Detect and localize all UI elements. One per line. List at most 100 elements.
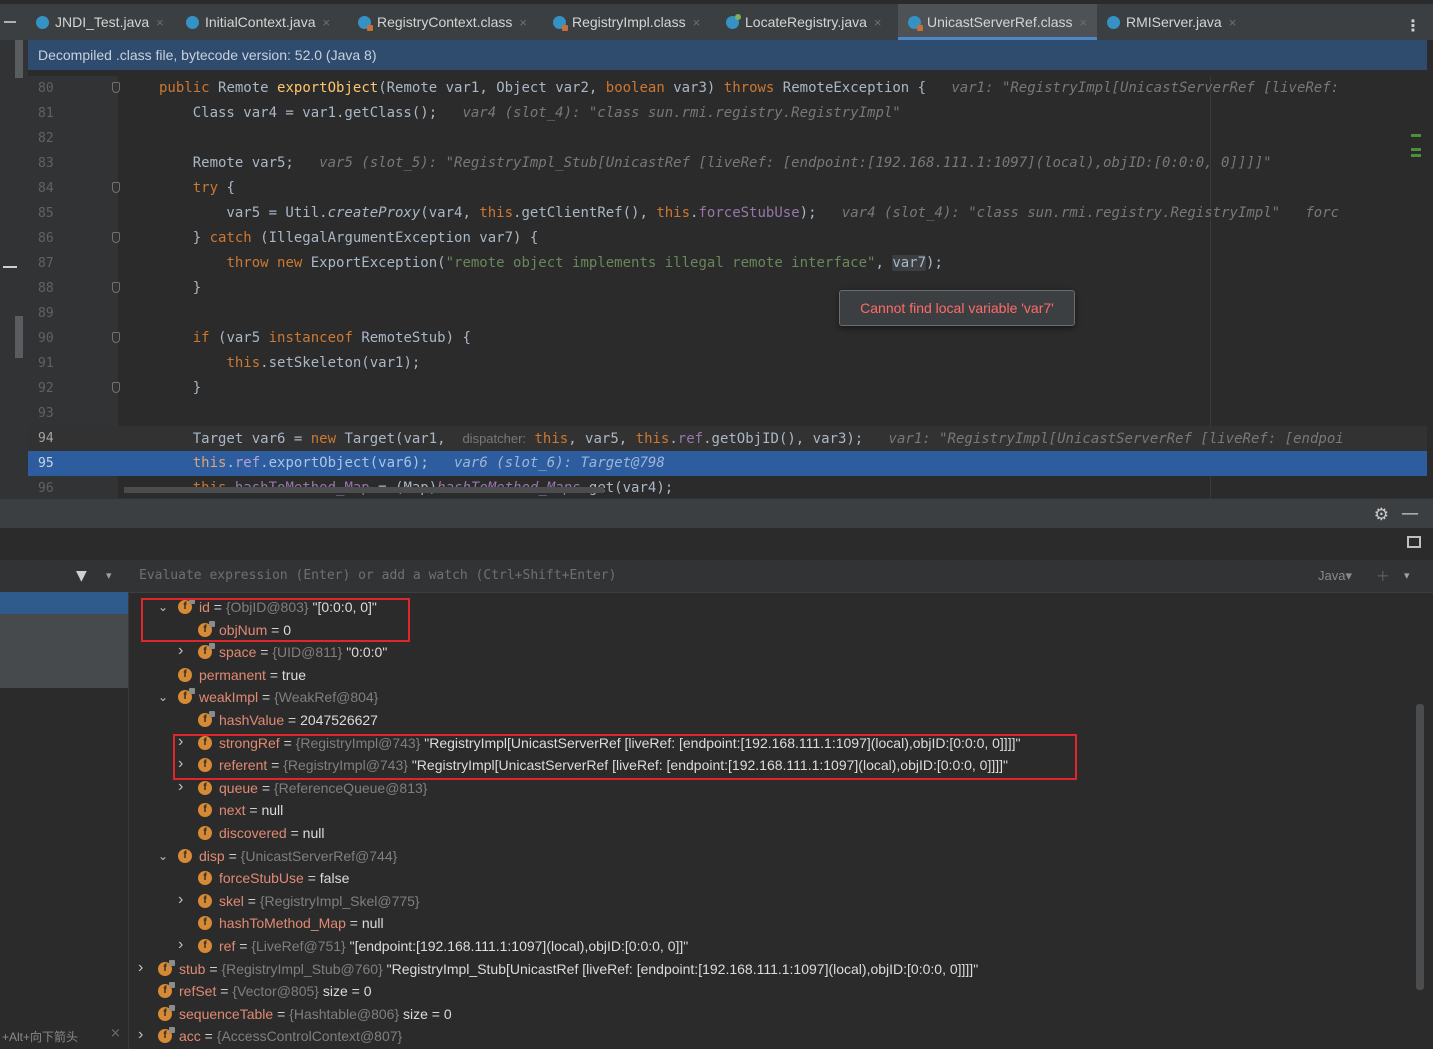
class-icon (186, 15, 199, 29)
variable-value: size = 0 (322, 983, 372, 1000)
chevron-down-icon[interactable]: ▾ (106, 569, 112, 582)
code-line: 88 } (28, 276, 1427, 301)
shortcut-hint: +Alt+向下箭头 (2, 1030, 79, 1044)
frame-list[interactable] (0, 614, 128, 688)
horizontal-scrollbar[interactable] (124, 487, 604, 493)
change-marker (1411, 148, 1421, 151)
inline-debug-hint: var4 (slot_4): "class sun.rmi.registry.R… (841, 205, 1340, 221)
chevron-right-icon[interactable]: › (178, 640, 190, 662)
add-watch-icon[interactable]: + (1376, 566, 1389, 585)
variable-name: hashToMethod_Map (219, 915, 346, 932)
line-number: 82 (38, 131, 54, 146)
java-icon (726, 13, 741, 29)
fold-marker-icon[interactable] (112, 182, 120, 193)
class-icon (36, 15, 49, 29)
variable-name: discovered (219, 825, 287, 841)
fold-marker-icon[interactable] (112, 382, 120, 393)
code-line: 93 (28, 401, 1427, 426)
line-number: 83 (38, 156, 54, 171)
vertical-scrollbar[interactable] (1416, 704, 1424, 990)
variable-value: null (302, 825, 325, 841)
inline-debug-hint: var1: "RegistryImpl[UnicastServerRef [li… (888, 431, 1344, 447)
variable-value: "0:0:0" (346, 644, 388, 661)
code-line: 85 var5 = Util.createProxy(var4, this.ge… (28, 201, 1427, 226)
line-number: 85 (38, 206, 54, 221)
variable-value: 2047526627 (300, 712, 378, 728)
filter-icon[interactable]: ▼ (76, 568, 87, 584)
scroll-thumb[interactable] (15, 316, 23, 358)
variable-name: skel (219, 892, 244, 909)
variable-ref: {UID@811} (272, 644, 343, 661)
tab-label: RMIServer.java (1126, 14, 1222, 30)
tab-label: UnicastServerRef.class (927, 14, 1073, 30)
code-editor[interactable]: 80 public Remote exportObject(Remote var… (28, 76, 1427, 498)
close-icon[interactable]: × (323, 15, 331, 30)
variable-name: permanent (199, 666, 266, 683)
variable-value: size = 0 (403, 1005, 452, 1022)
field-icon: f (158, 959, 175, 976)
evaluate-expression-input[interactable]: Evaluate expression (Enter) or add a wat… (139, 560, 616, 592)
field-icon: f (198, 711, 215, 727)
fold-marker-icon[interactable] (112, 282, 120, 293)
code-line-current: 94 Target var6 = new Target(var1, dispat… (28, 426, 1427, 451)
code-line: 92 } (28, 376, 1427, 401)
close-icon[interactable]: × (519, 15, 527, 30)
variable-value: true (281, 666, 307, 683)
tab-locate-registry[interactable]: LocateRegistry.java × (726, 4, 882, 40)
minimize-icon[interactable]: — (1401, 503, 1419, 524)
tab-initial-context[interactable]: InitialContext.java × (186, 4, 330, 40)
language-selector[interactable]: Java▾ (1318, 560, 1352, 592)
layout-icon[interactable] (1407, 536, 1421, 548)
code-line: 80 public Remote exportObject(Remote var… (28, 76, 1427, 101)
chevron-down-icon[interactable]: ⌄ (158, 686, 170, 708)
tab-registry-impl[interactable]: RegistryImpl.class × (553, 4, 700, 40)
change-marker (1411, 134, 1421, 137)
chevron-down-icon[interactable]: ⌄ (158, 845, 170, 867)
tab-label: JNDI_Test.java (55, 14, 150, 30)
close-icon[interactable]: × (693, 15, 701, 30)
code-line: 84 try { (28, 176, 1427, 201)
variable-value: "[endpoint:[192.168.111.1:1097](local),o… (349, 938, 689, 954)
selected-frame[interactable] (0, 592, 128, 614)
variable-name: hashValue (219, 712, 285, 728)
close-icon[interactable]: × (874, 15, 882, 30)
chevron-right-icon[interactable]: › (138, 1024, 150, 1046)
close-icon[interactable]: × (1080, 15, 1088, 30)
variable-ref: {UnicastServerRef@744} (240, 847, 398, 864)
fold-marker-icon[interactable] (112, 332, 120, 343)
tab-rmi-server[interactable]: RMIServer.java × (1107, 4, 1236, 40)
field-icon: f (178, 688, 195, 705)
scroll-thumb[interactable] (15, 40, 23, 78)
field-icon: f (158, 1004, 175, 1021)
code-line: 89 (28, 301, 1427, 326)
chevron-right-icon[interactable]: › (138, 957, 150, 979)
chevron-right-icon[interactable]: › (178, 889, 190, 911)
line-number: 81 (38, 106, 54, 121)
close-icon[interactable]: × (110, 1026, 121, 1041)
collapse-marker[interactable] (4, 21, 16, 23)
collapse-icon[interactable] (3, 266, 17, 268)
inline-debug-hint: var5 (slot_5): "RegistryImpl_Stub[Unicas… (319, 155, 1272, 171)
fold-marker-icon[interactable] (112, 232, 120, 243)
error-tooltip: Cannot find local variable 'var7' (839, 290, 1075, 326)
chevron-down-icon[interactable]: ▾ (1404, 569, 1410, 582)
chevron-right-icon[interactable]: › (178, 934, 190, 956)
code-line: 86 } catch (IllegalArgumentException var… (28, 226, 1427, 251)
variable-value: "RegistryImpl_Stub[UnicastRef [liveRef: … (386, 960, 979, 977)
tab-jndi-test[interactable]: JNDI_Test.java × (36, 4, 164, 40)
gear-icon[interactable]: ⚙ (1374, 505, 1389, 525)
field-icon: f (198, 893, 212, 908)
tab-unicast-server-ref[interactable]: UnicastServerRef.class × (898, 4, 1098, 40)
more-tabs-icon[interactable]: ⋮ (1405, 16, 1421, 35)
highlight-box (141, 598, 410, 642)
fold-marker-icon[interactable] (112, 82, 120, 93)
field-icon: f (158, 1027, 175, 1044)
variable-value: null (261, 802, 284, 819)
line-number: 95 (38, 456, 54, 471)
close-icon[interactable]: × (156, 15, 164, 30)
close-icon[interactable]: × (1229, 15, 1237, 30)
field-icon: f (198, 916, 212, 931)
field-icon: f (198, 826, 212, 840)
class-file-icon (553, 15, 568, 31)
tab-registry-context[interactable]: RegistryContext.class × (358, 4, 527, 40)
